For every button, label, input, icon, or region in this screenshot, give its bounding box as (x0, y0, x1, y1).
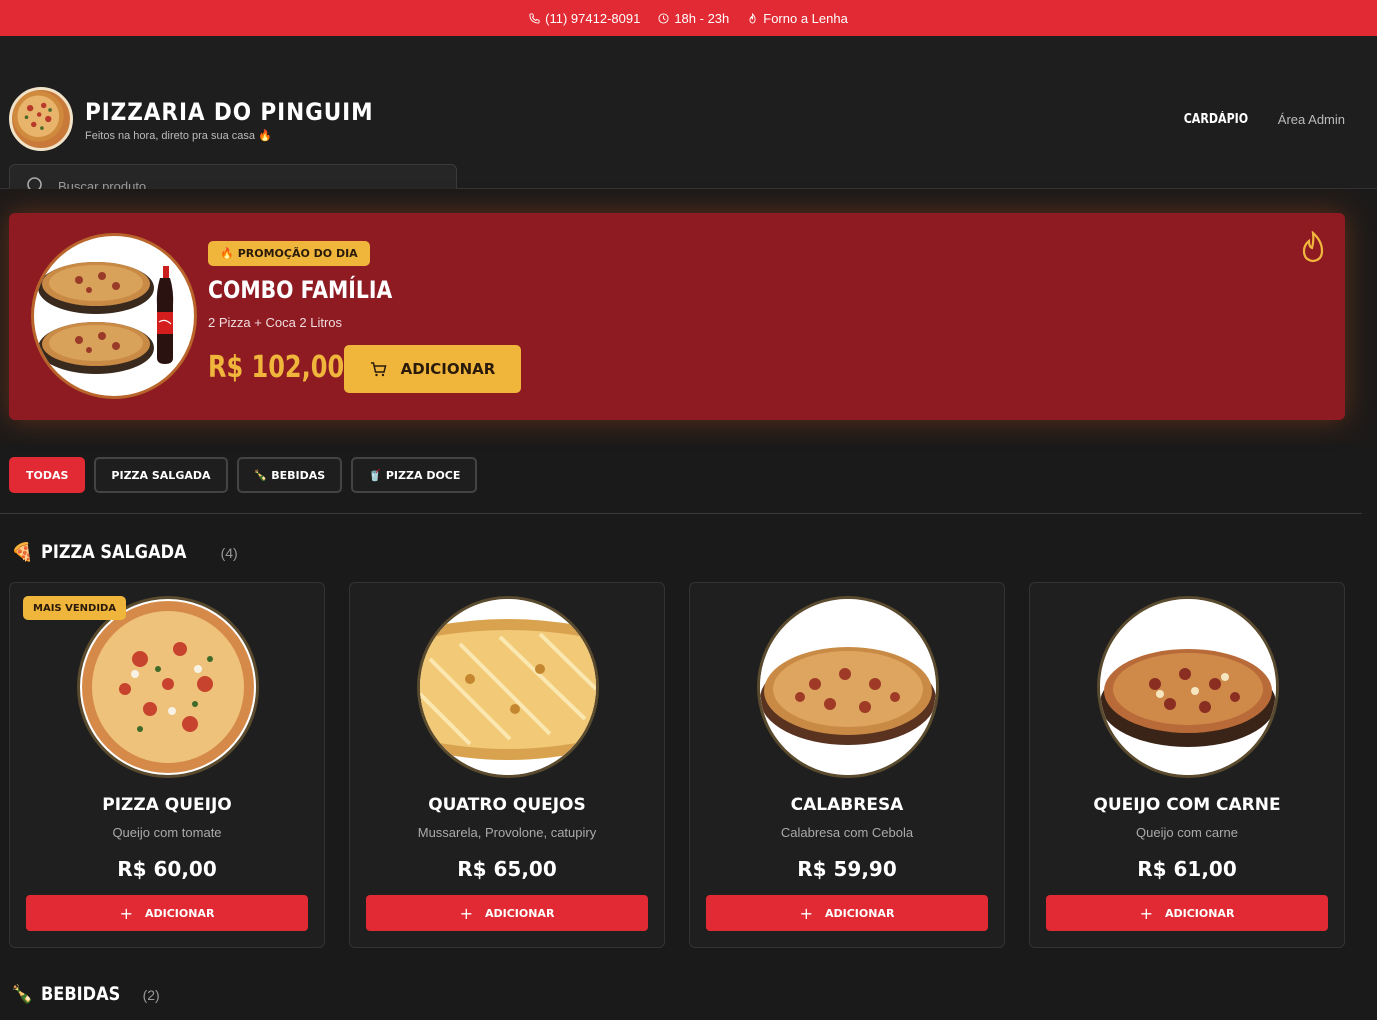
brand-subtitle: Feitos na hora, direto pra sua casa 🔥 (85, 130, 272, 142)
product-description: Calabresa com Cebola (780, 825, 914, 840)
section-count: (4) (220, 545, 238, 561)
promo-price: R$ 102,00 (208, 350, 345, 385)
best-seller-badge: MAIS VENDIDA (23, 596, 127, 620)
product-image (77, 596, 259, 778)
phone-info: (11) 97412-8091 (529, 11, 640, 26)
promo-add-button[interactable]: ADICIONAR (344, 345, 521, 393)
section-name: BEBIDAS (41, 983, 121, 1005)
logo[interactable] (9, 87, 73, 151)
flame-icon (749, 12, 756, 24)
plus-icon: + (459, 903, 473, 923)
product-price: R$ 61,00 (1137, 857, 1237, 881)
filter-label: PIZZA SALGADA (111, 468, 211, 482)
add-label: ADICIONAR (824, 906, 895, 920)
product-card: QUEIJO COM CARNE Queijo com carne R$ 61,… (1029, 582, 1345, 948)
plus-icon: + (799, 903, 813, 923)
nav-admin-link[interactable]: Área Admin (1278, 112, 1345, 127)
product-card: CALABRESA Calabresa com Cebola R$ 59,90 … (689, 582, 1005, 948)
promo-image (31, 233, 197, 399)
product-name: PIZZA QUEIJO (102, 795, 232, 815)
add-to-cart-button[interactable]: + ADICIONAR (1046, 895, 1328, 931)
product-name: QUEIJO COM CARNE (1093, 795, 1281, 815)
product-card: QUATRO QUEJOS Mussarela, Provolone, catu… (349, 582, 665, 948)
filter-label: TODAS (26, 468, 69, 482)
filter-label: BEBIDAS (271, 468, 326, 482)
promo-description: 2 Pizza + Coca 2 Litros (208, 315, 343, 330)
add-to-cart-button[interactable]: + ADICIONAR (366, 895, 648, 931)
clock-icon (658, 12, 669, 24)
product-image (757, 596, 939, 778)
flame-icon (1302, 231, 1324, 263)
product-price: R$ 60,00 (117, 857, 217, 881)
oven-text: Forno a Lenha (763, 10, 848, 26)
product-card: MAIS VENDIDA PIZZA QUEIJO Queijo com tom… (9, 582, 325, 948)
add-to-cart-button[interactable]: + ADICIONAR (706, 895, 988, 931)
top-info-bar: (11) 97412-8091 18h - 23h Forno a Lenha (0, 0, 1377, 36)
cup-icon: 🥤 (368, 468, 382, 482)
add-label: ADICIONAR (484, 906, 555, 920)
product-price: R$ 59,90 (797, 857, 897, 881)
product-price: R$ 65,00 (457, 857, 557, 881)
product-description: Queijo com tomate (112, 825, 222, 840)
section-title-bebidas: 🍾 BEBIDAS (2) (11, 983, 160, 1005)
hours-text: 18h - 23h (674, 10, 730, 26)
site-header: PIZZARIA DO PINGUIM Feitos na hora, dire… (0, 36, 1377, 208)
product-description: Queijo com carne (1136, 825, 1238, 840)
promo-add-label: ADICIONAR (400, 360, 496, 378)
flame-icon: 🔥 (220, 247, 234, 260)
category-filters: TODAS PIZZA SALGADA 🍾 BEBIDAS 🥤 PIZZA DOCE (9, 457, 478, 493)
product-grid: MAIS VENDIDA PIZZA QUEIJO Queijo com tom… (9, 582, 1345, 948)
section-name: PIZZA SALGADA (41, 541, 187, 563)
promo-title: COMBO FAMÍLIA (208, 276, 393, 304)
product-image (1097, 596, 1279, 778)
oven-info: Forno a Lenha (747, 11, 848, 26)
bottle-icon: 🍾 (11, 984, 34, 1004)
hours-info: 18h - 23h (658, 11, 729, 26)
main-nav: CARDÁPIO Área Admin (1178, 112, 1345, 127)
nav-cardapio-link[interactable]: CARDÁPIO (1184, 112, 1249, 127)
product-name: CALABRESA (790, 795, 904, 815)
filter-label: PIZZA DOCE (385, 468, 461, 482)
cart-icon (370, 361, 387, 376)
filter-pizza-salgada[interactable]: PIZZA SALGADA (94, 457, 228, 493)
promo-badge-text: PROMOÇÃO DO DIA (237, 247, 358, 260)
section-title-pizza-salgada: 🍕 PIZZA SALGADA (4) (11, 541, 238, 563)
product-image (417, 596, 599, 778)
section-divider (0, 513, 1362, 514)
pizza-icon: 🍕 (11, 542, 34, 562)
bottle-icon: 🍾 (253, 468, 268, 482)
phone-text: (11) 97412-8091 (545, 10, 641, 26)
filter-bebidas[interactable]: 🍾 BEBIDAS (236, 457, 343, 493)
brand-title: PIZZARIA DO PINGUIM (85, 98, 374, 126)
add-label: ADICIONAR (144, 906, 215, 920)
plus-icon: + (1139, 903, 1153, 923)
add-label: ADICIONAR (1164, 906, 1235, 920)
promo-banner: 🔥 PROMOÇÃO DO DIA COMBO FAMÍLIA 2 Pizza … (9, 213, 1345, 420)
product-name: QUATRO QUEJOS (428, 795, 586, 815)
section-count: (2) (142, 987, 160, 1003)
add-to-cart-button[interactable]: + ADICIONAR (26, 895, 308, 931)
filter-todas[interactable]: TODAS (9, 457, 86, 493)
product-description: Mussarela, Provolone, catupiry (417, 825, 597, 840)
plus-icon: + (119, 903, 133, 923)
filter-pizza-doce[interactable]: 🥤 PIZZA DOCE (351, 457, 478, 493)
promo-section: 🔥 PROMOÇÃO DO DIA COMBO FAMÍLIA 2 Pizza … (0, 189, 1377, 444)
promo-badge: 🔥 PROMOÇÃO DO DIA (208, 241, 370, 266)
phone-icon (529, 12, 540, 24)
